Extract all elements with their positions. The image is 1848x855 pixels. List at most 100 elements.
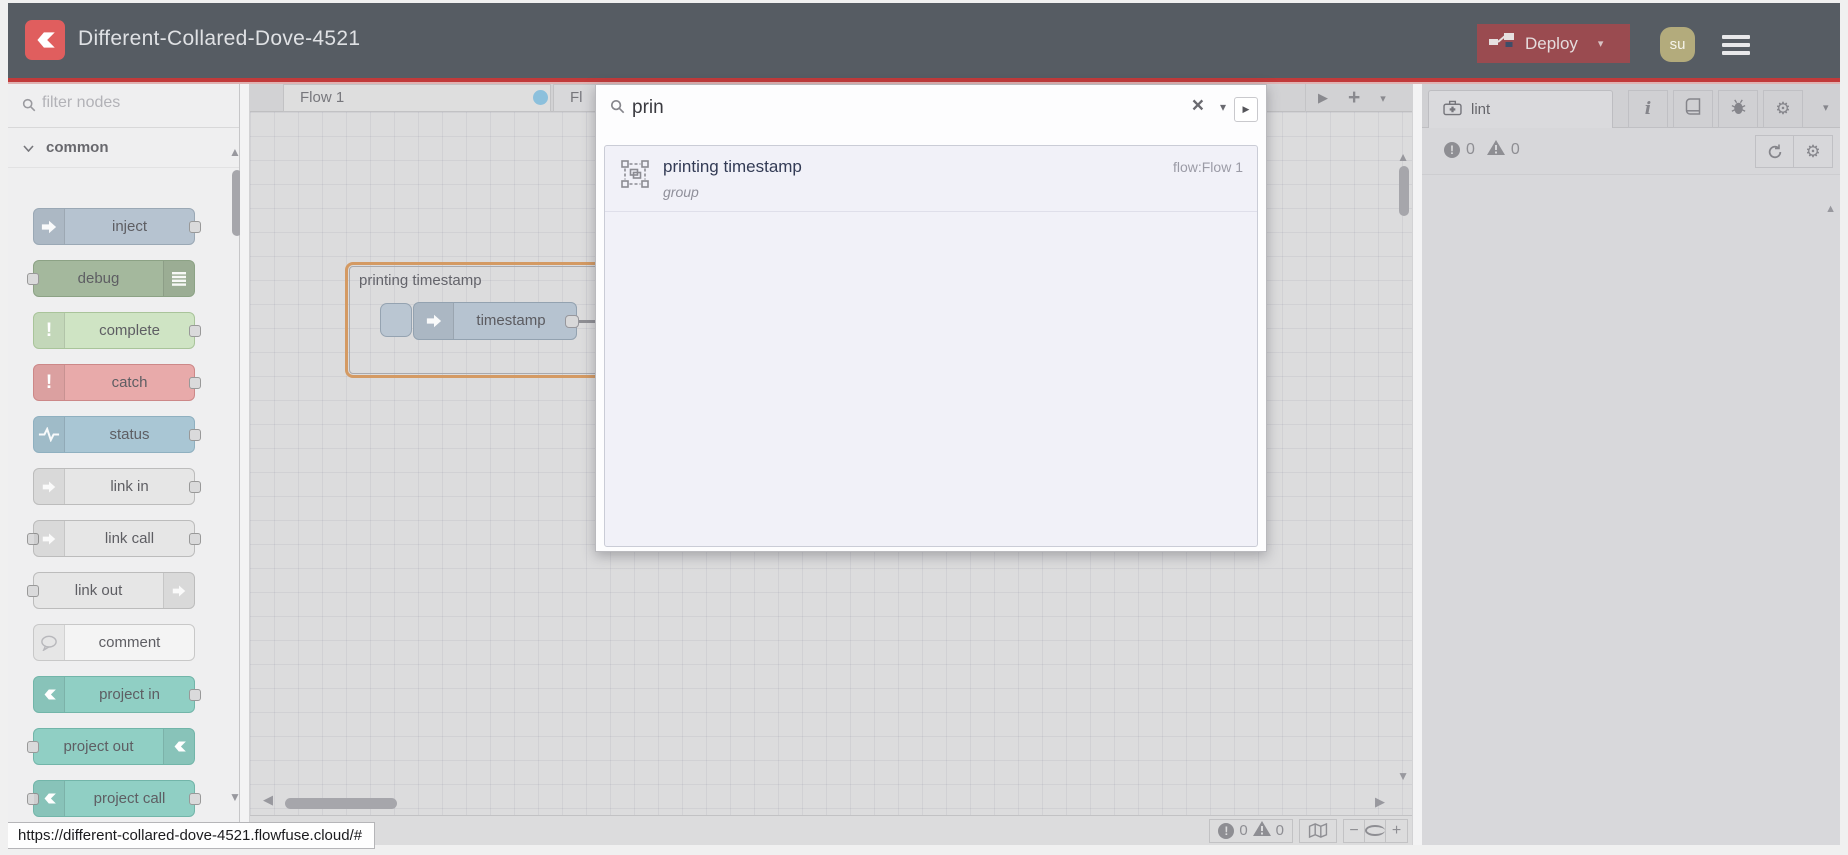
palette-node-label: project call	[93, 790, 166, 807]
palette-node-label: status	[109, 426, 150, 443]
canvas-scroll-up-icon[interactable]: ▲	[1397, 150, 1409, 164]
next-result-button[interactable]: ▶	[1234, 97, 1258, 122]
search-input[interactable]	[632, 93, 1172, 123]
flowfuse-logo-icon[interactable]	[25, 20, 65, 60]
palette-node-debug[interactable]: debug	[27, 260, 195, 297]
canvas-vscrollbar-thumb[interactable]	[1399, 166, 1409, 216]
flow-list-caret-icon[interactable]: ▾	[1380, 92, 1386, 105]
canvas-warning-count: 0	[1275, 822, 1284, 839]
search-dialog: × ▾ ▶ printing timestamp flow:Flow 1 group	[595, 84, 1267, 552]
result-title: printing timestamp	[663, 157, 802, 176]
palette-node-comment[interactable]: comment	[33, 624, 195, 661]
palette-node-label: link call	[104, 530, 155, 547]
sidebar-tab-lint[interactable]: lint	[1428, 90, 1613, 128]
chevron-down-icon	[23, 139, 34, 157]
search-icon	[610, 99, 625, 119]
palette-node-label: complete	[99, 322, 160, 339]
instance-title: Different-Collared-Dove-4521	[78, 27, 361, 50]
palette-node-status[interactable]: status	[33, 416, 201, 453]
user-avatar[interactable]: su	[1660, 27, 1695, 62]
sidebar-splitter[interactable]	[1412, 84, 1422, 845]
tab-flow-1[interactable]: Flow 1	[283, 84, 551, 112]
canvas-scroll-right-icon[interactable]: ▶	[1375, 794, 1385, 810]
unsaved-changes-dot	[533, 90, 548, 105]
group-label: printing timestamp	[359, 272, 482, 289]
search-results-list: printing timestamp flow:Flow 1 group	[604, 145, 1258, 547]
palette-node-complete[interactable]: ! complete	[33, 312, 201, 349]
lint-settings-button[interactable]: ⚙	[1794, 136, 1832, 167]
palette-node-label: catch	[111, 374, 148, 391]
canvas-scroll-down-icon[interactable]: ▼	[1397, 769, 1409, 783]
zoom-reset-button[interactable]	[1365, 819, 1386, 842]
canvas-error-count: 0	[1239, 822, 1248, 839]
refresh-button[interactable]	[1756, 136, 1794, 167]
sidebar-tab-bar: lint i ⚙ ▾	[1422, 84, 1840, 128]
clear-search-icon[interactable]: ×	[1192, 94, 1204, 118]
lint-panel: ▲	[1422, 175, 1840, 845]
tab-toolbar: ▶ + ▾	[1305, 84, 1412, 112]
palette-node-label: comment	[98, 634, 161, 651]
inject-arrow-icon	[414, 303, 454, 339]
medkit-icon	[1443, 100, 1462, 120]
palette-node-label: link out	[74, 582, 123, 599]
palette-filter[interactable]	[8, 84, 239, 128]
zoom-out-button[interactable]: −	[1344, 819, 1365, 842]
deploy-icon	[1489, 32, 1515, 55]
tab-flow-2-label: Fl	[570, 89, 583, 106]
palette-node-catch[interactable]: ! catch	[33, 364, 201, 401]
palette-node-label: debug	[77, 270, 120, 287]
warning-icon	[1252, 821, 1271, 840]
palette-filter-input[interactable]	[42, 94, 212, 112]
node-output-port[interactable]	[565, 315, 579, 328]
node-label: timestamp	[476, 312, 546, 329]
palette-node-label: inject	[111, 218, 148, 235]
palette-category-common[interactable]: common	[8, 128, 239, 168]
refresh-icon	[1756, 143, 1793, 160]
palette-splitter[interactable]	[240, 84, 250, 845]
palette-node-label: link in	[110, 478, 149, 495]
lint-error-count: 0	[1466, 141, 1475, 158]
browser-status-tooltip: https://different-collared-dove-4521.flo…	[8, 822, 376, 849]
info-tab-button[interactable]: i	[1628, 90, 1668, 128]
canvas-issues-badge[interactable]: ! 0 0	[1209, 818, 1293, 843]
result-location: flow:Flow 1	[1172, 159, 1243, 175]
header-bar: Different-Collared-Dove-4521 Deploy ▾ su	[8, 3, 1840, 78]
zoom-controls: − +	[1343, 818, 1408, 843]
palette-node-label: project in	[99, 686, 160, 703]
search-options-caret-icon[interactable]: ▾	[1220, 100, 1226, 114]
search-bar: × ▾ ▶	[596, 85, 1266, 131]
search-result-row[interactable]: printing timestamp flow:Flow 1 group	[605, 146, 1257, 212]
inject-trigger-button[interactable]	[380, 303, 412, 337]
sidebar-tabs-caret-icon[interactable]: ▾	[1823, 101, 1829, 114]
navigator-map-button[interactable]	[1299, 818, 1337, 843]
lint-warning-count: 0	[1510, 141, 1520, 158]
inject-node-timestamp[interactable]: timestamp	[413, 302, 577, 340]
settings-tab-button[interactable]: ⚙	[1763, 90, 1803, 128]
palette-node-link-out[interactable]: link out	[27, 572, 195, 609]
gear-icon: ⚙	[1805, 141, 1821, 161]
palette-node-inject[interactable]: inject	[33, 208, 201, 245]
debug-tab-button[interactable]	[1718, 90, 1758, 128]
canvas-hscrollbar-thumb[interactable]	[285, 798, 397, 809]
canvas-footer: ! 0 0 − +	[250, 815, 1412, 845]
lint-actions: ⚙	[1755, 135, 1833, 168]
bug-icon	[1730, 98, 1747, 120]
palette-node-project-call[interactable]: project call	[27, 780, 201, 817]
zoom-in-button[interactable]: +	[1386, 820, 1407, 842]
tab-scroll-right-icon[interactable]: ▶	[1318, 90, 1328, 106]
warning-icon	[1486, 140, 1505, 160]
panel-scroll-up-icon[interactable]: ▲	[1825, 203, 1836, 215]
palette-node-link-call[interactable]: link call	[27, 520, 201, 557]
main-menu-icon[interactable]	[1722, 29, 1750, 61]
canvas-scroll-left-icon[interactable]: ◀	[263, 792, 273, 808]
add-flow-icon[interactable]: +	[1348, 86, 1360, 110]
help-tab-button[interactable]	[1673, 90, 1713, 128]
palette-node-project-out[interactable]: project out	[27, 728, 195, 765]
deploy-button[interactable]: Deploy ▾	[1477, 24, 1630, 63]
search-icon	[22, 98, 36, 117]
error-icon: !	[1218, 822, 1235, 839]
palette-node-link-in[interactable]: link in	[33, 468, 201, 505]
palette-node-project-in[interactable]: project in	[33, 676, 201, 713]
right-sidebar: lint i ⚙ ▾ ! 0 0 ⚙ ▲	[1422, 84, 1840, 845]
deploy-options-caret-icon[interactable]: ▾	[1598, 37, 1604, 50]
